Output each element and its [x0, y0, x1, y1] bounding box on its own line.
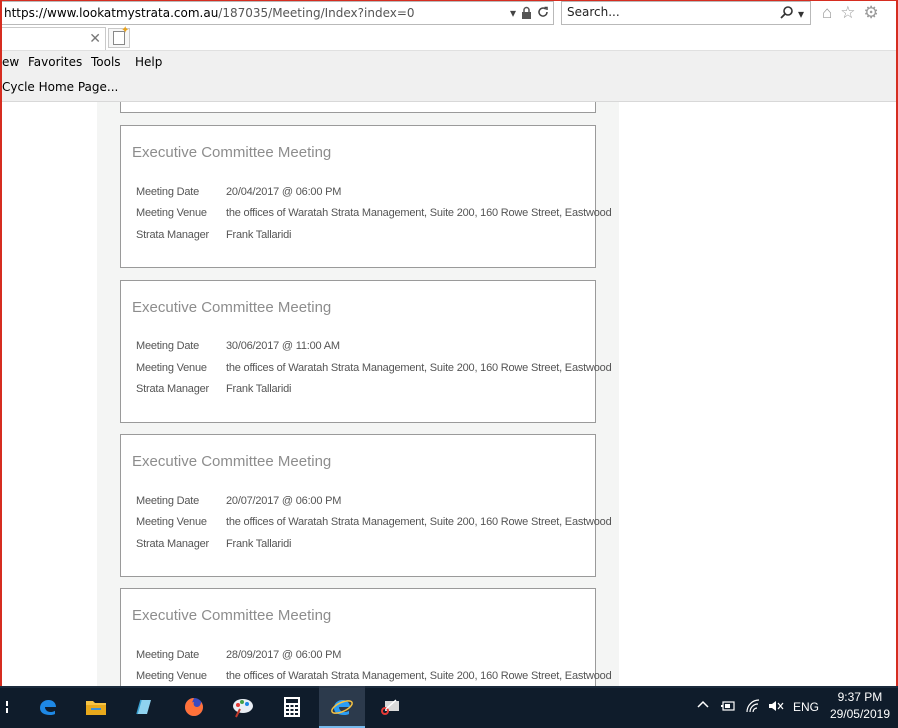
meeting-date-label: Meeting Date — [136, 186, 200, 198]
menu-bar: ew Favorites Tools Help — [0, 50, 898, 74]
meeting-card[interactable]: Executive Committee Meeting Meeting Date… — [120, 588, 612, 686]
strata-manager-label: Strata Manager — [136, 383, 210, 395]
meeting-date-value: 20/07/2017 @ 06:00 PM — [226, 495, 342, 507]
favorites-bar: Cycle Home Page... — [0, 74, 898, 102]
menu-view[interactable]: ew — [2, 55, 19, 69]
meeting-venue-label: Meeting Venue — [136, 362, 207, 374]
meeting-title: Executive Committee Meeting — [132, 453, 332, 470]
window-frame-left — [0, 0, 2, 686]
dropdown-icon[interactable]: ▾ — [510, 6, 516, 22]
new-tab-sparkle-icon: ✦ — [121, 25, 130, 36]
address-bar[interactable]: https://www.lookatmystrata.com.au/187035… — [2, 1, 554, 25]
clock-time: 9:37 PM — [837, 690, 883, 704]
meeting-venue-value: the offices of Waratah Strata Management… — [226, 516, 612, 528]
address-row: https://www.lookatmystrata.com.au/187035… — [0, 0, 898, 26]
meeting-title: Executive Committee Meeting — [132, 299, 332, 316]
edge-icon[interactable] — [33, 692, 63, 722]
battery-icon[interactable] — [720, 699, 736, 716]
meetings-column: Executive Committee Meeting Meeting Date… — [97, 102, 619, 686]
volume-muted-icon[interactable] — [768, 699, 784, 716]
close-tab-icon[interactable]: ✕ — [89, 30, 101, 47]
meeting-venue-value: the offices of Waratah Strata Management… — [226, 362, 612, 374]
window-frame-top — [0, 0, 898, 1]
taskbar: ENG 9:37 PM 29/05/2019 — [0, 686, 898, 728]
firefox-icon[interactable] — [179, 692, 209, 722]
meeting-card[interactable]: Executive Committee Meeting Meeting Date… — [120, 280, 612, 423]
url-path: /187035/Meeting/Index?index=0 — [218, 6, 415, 20]
url-host: https://www.lookatmystrata.com.au — [4, 6, 219, 20]
meeting-venue-label: Meeting Venue — [136, 670, 207, 682]
meeting-date-label: Meeting Date — [136, 495, 200, 507]
meeting-venue-value: the offices of Waratah Strata Management… — [226, 670, 612, 682]
search-field[interactable]: ▾ — [561, 1, 811, 25]
search-input[interactable] — [567, 5, 767, 19]
language-indicator[interactable]: ENG — [793, 700, 819, 714]
meeting-date-label: Meeting Date — [136, 649, 200, 661]
meeting-title: Executive Committee Meeting — [132, 607, 332, 624]
paint-icon[interactable] — [228, 692, 258, 722]
page-content[interactable]: Executive Committee Meeting Meeting Date… — [2, 102, 896, 686]
settings-gear-icon[interactable]: ⚙ — [864, 3, 879, 23]
internet-explorer-icon[interactable] — [327, 692, 357, 722]
meeting-date-value: 30/06/2017 @ 11:00 AM — [226, 340, 340, 352]
meeting-title: Executive Committee Meeting — [132, 144, 332, 161]
lock-icon[interactable] — [521, 6, 532, 22]
menu-favorites[interactable]: Favorites — [28, 55, 82, 69]
menu-help[interactable]: Help — [135, 55, 162, 69]
meeting-date-label: Meeting Date — [136, 340, 200, 352]
calculator-icon[interactable] — [277, 692, 307, 722]
show-hidden-icons-icon[interactable] — [697, 698, 709, 712]
favorites-star-icon[interactable]: ☆ — [840, 3, 855, 23]
wifi-icon[interactable] — [745, 699, 761, 716]
strata-manager-label: Strata Manager — [136, 538, 210, 550]
notepad-icon[interactable] — [129, 692, 159, 722]
meeting-date-value: 28/09/2017 @ 06:00 PM — [226, 649, 342, 661]
search-dropdown-icon[interactable]: ▾ — [798, 7, 804, 21]
home-icon[interactable]: ⌂ — [822, 3, 832, 23]
favorite-link[interactable]: Cycle Home Page... — [2, 80, 118, 94]
start-remnant-icon[interactable] — [0, 692, 22, 722]
meeting-card[interactable]: Executive Committee Meeting Meeting Date… — [120, 434, 612, 577]
strata-manager-value: Frank Tallaridi — [226, 229, 292, 241]
snipping-tool-icon[interactable] — [375, 692, 405, 722]
tab-row: ✕ ✦ — [0, 25, 898, 50]
taskbar-edge — [0, 686, 898, 688]
refresh-icon[interactable] — [537, 6, 549, 22]
strata-manager-value: Frank Tallaridi — [226, 383, 292, 395]
file-explorer-icon[interactable] — [81, 692, 111, 722]
menu-tools[interactable]: Tools — [91, 55, 121, 69]
clock-date: 29/05/2019 — [829, 707, 890, 721]
meeting-venue-value: the offices of Waratah Strata Management… — [226, 207, 612, 219]
meeting-card-previous — [120, 102, 596, 113]
meeting-venue-label: Meeting Venue — [136, 516, 207, 528]
search-icon[interactable] — [780, 5, 794, 22]
system-clock[interactable]: 9:37 PM 29/05/2019 — [830, 689, 890, 723]
strata-manager-label: Strata Manager — [136, 229, 210, 241]
browser-tab[interactable]: ✕ — [2, 27, 106, 50]
meeting-card[interactable]: Executive Committee Meeting Meeting Date… — [120, 125, 612, 268]
meeting-date-value: 20/04/2017 @ 06:00 PM — [226, 186, 342, 198]
strata-manager-value: Frank Tallaridi — [226, 538, 292, 550]
address-url[interactable]: https://www.lookatmystrata.com.au/187035… — [4, 6, 415, 20]
meeting-venue-label: Meeting Venue — [136, 207, 207, 219]
new-tab-button[interactable]: ✦ — [108, 25, 130, 48]
